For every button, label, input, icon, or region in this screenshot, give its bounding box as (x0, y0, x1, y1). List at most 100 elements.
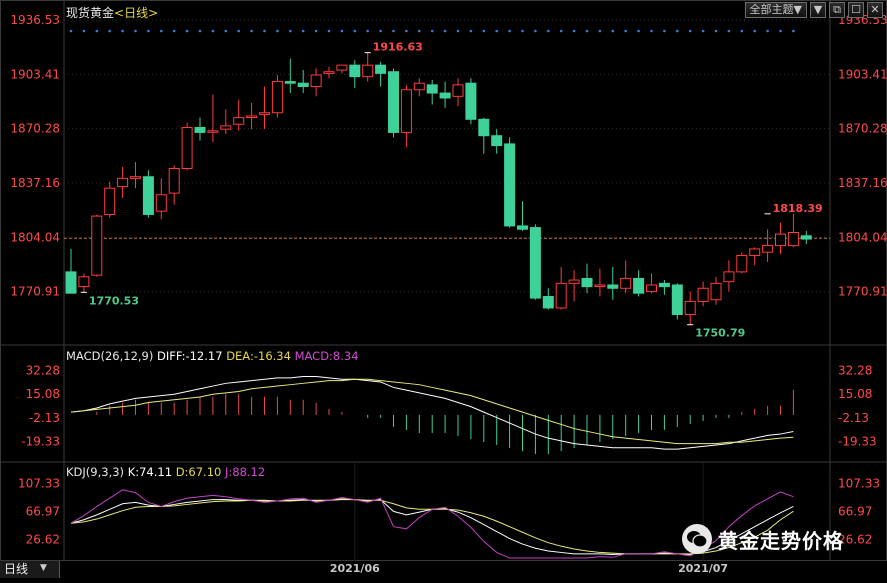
candle-body (323, 71, 335, 74)
candle-body (91, 215, 103, 276)
candle-body (233, 117, 245, 125)
tab-daily[interactable]: 日线 (0, 561, 60, 578)
candle-body (581, 277, 593, 288)
event-dot (766, 29, 769, 33)
event-dot (95, 29, 99, 33)
macd-tick-left: -19.33 (21, 434, 60, 448)
event-dot (327, 29, 331, 33)
date-tick-label: 2021/06 (330, 562, 380, 575)
candle-body (130, 176, 141, 179)
candle-body (220, 125, 232, 130)
candle-body (762, 245, 774, 253)
candle-body (452, 84, 464, 97)
event-dot (340, 29, 344, 33)
event-dot (521, 29, 524, 33)
event-dot (69, 29, 73, 33)
candle-body (388, 71, 399, 133)
candle-body (478, 118, 490, 137)
candle-body (155, 194, 167, 212)
macd-tick-left: 32.28 (26, 364, 60, 378)
candle-body (684, 300, 696, 316)
price-tick-right: 1870.28 (838, 122, 887, 136)
tab-dropdown-icon[interactable]: ▼ (40, 563, 47, 573)
candle-body (594, 284, 606, 287)
event-dot (353, 29, 357, 33)
candle-body (207, 130, 219, 133)
candle-body (504, 143, 516, 227)
candle-body (284, 81, 296, 84)
theme-dropdown[interactable]: 全部主题▼ (744, 2, 807, 18)
maximize-icon[interactable]: ☐ (848, 2, 864, 18)
period-label: <日线> (114, 6, 159, 20)
kdj-tick-left: 26.62 (26, 532, 60, 546)
watermark-text: 黄金走势价格 (718, 528, 844, 553)
event-dot (534, 29, 537, 33)
event-dot (469, 29, 473, 33)
event-dot (198, 29, 202, 33)
candle-body (491, 135, 503, 147)
macd-header: MACD(26,12,9) DIFF:-12.17 DEA:-16.34 MAC… (66, 349, 359, 363)
event-dot (508, 29, 511, 33)
restore-icon[interactable]: ⧉ (829, 2, 845, 18)
event-dot (289, 29, 292, 33)
event-dot (430, 29, 434, 33)
collapse-icon[interactable]: ▼ (810, 2, 826, 18)
extreme-price-label: 1818.39 (773, 202, 823, 215)
candle-body (555, 282, 567, 309)
event-dot (108, 29, 111, 33)
candle-body (749, 248, 761, 256)
kdj-tick-right: 107.33 (838, 476, 880, 490)
close-icon[interactable]: ✕ (867, 2, 883, 18)
macd-line-dea (70, 378, 794, 445)
candle-body (194, 127, 206, 133)
event-dot (792, 29, 795, 33)
candle-body (439, 92, 451, 99)
candle-body (362, 64, 374, 78)
event-dot (250, 29, 253, 33)
event-dot (366, 29, 370, 33)
macd-tick-left: 15.08 (26, 387, 60, 401)
event-dot (418, 29, 421, 33)
candle-body (117, 177, 129, 188)
event-dot (701, 29, 705, 33)
candle-body (78, 276, 90, 288)
candle-body (620, 277, 632, 289)
event-dot (147, 29, 150, 33)
candle-body (542, 295, 554, 309)
event-dot (598, 29, 602, 33)
event-dot (160, 29, 163, 33)
event-dot (237, 29, 240, 33)
event-dot (314, 29, 318, 33)
price-tick-left: 1936.53 (10, 13, 60, 27)
event-dot (443, 29, 447, 33)
candle-body (349, 64, 361, 78)
macd-tick-right: 32.28 (838, 364, 872, 378)
watermark: 黄金走势价格 (682, 524, 844, 554)
event-dot (779, 29, 782, 33)
event-dot (379, 29, 382, 33)
event-dot (211, 29, 215, 33)
candle-body (181, 127, 193, 170)
event-dot (185, 29, 189, 33)
candle-body (671, 284, 683, 316)
price-tick-right: 1837.16 (838, 176, 887, 190)
kdj-tick-right: 66.97 (838, 504, 872, 518)
candle-body (310, 74, 322, 87)
event-dot (121, 29, 124, 33)
candle-body (426, 84, 438, 94)
candle-body (633, 277, 645, 294)
event-dot (547, 29, 550, 33)
kdj-header: KDJ(9,3,3) K:74.11 D:67.10 J:88.12 (66, 465, 265, 479)
event-dot (624, 29, 627, 33)
event-dot (637, 29, 640, 33)
candle-body (736, 254, 748, 273)
price-tick-left: 1770.91 (10, 285, 60, 299)
event-dot (224, 29, 228, 33)
candle-body (787, 231, 799, 247)
date-tick-label: 2021/07 (678, 562, 728, 575)
macd-tick-right: 15.08 (838, 387, 872, 401)
event-dot (650, 29, 653, 33)
price-tick-right: 1770.91 (838, 285, 887, 299)
candle-body (413, 82, 425, 91)
instrument-label: 现货黄金 (66, 6, 115, 20)
